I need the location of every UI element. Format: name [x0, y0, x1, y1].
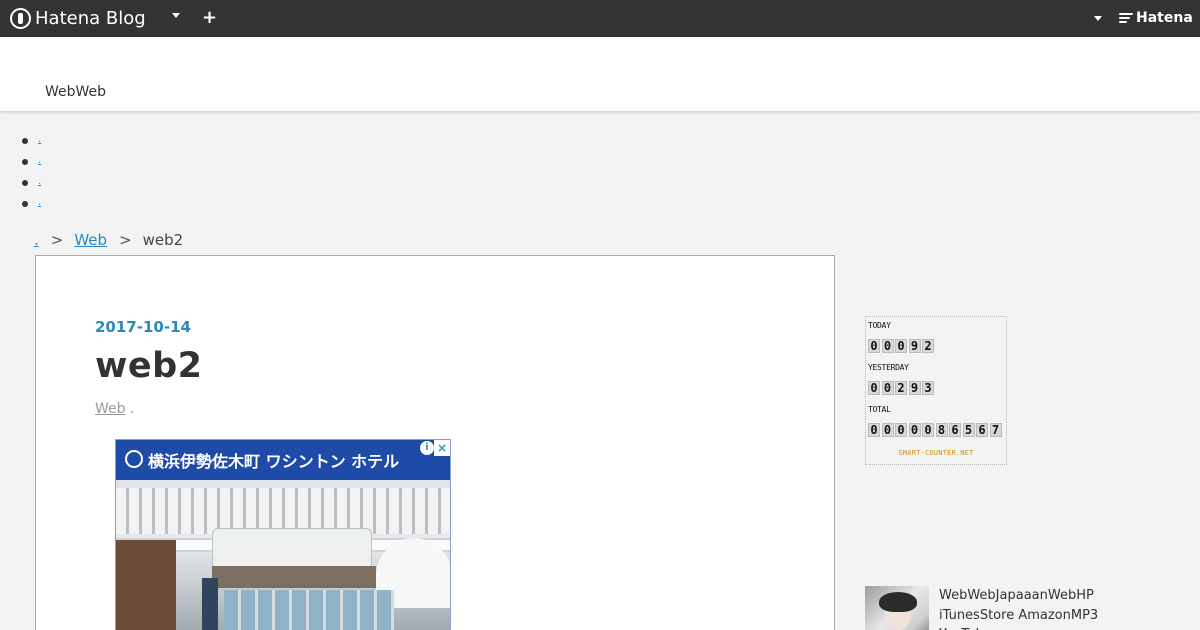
hatena-wing-icon [1119, 13, 1133, 23]
top-bar: Hatena Blog + Hatena [0, 0, 1200, 37]
close-icon[interactable]: × [434, 440, 450, 456]
counter-digit: 3 [922, 381, 934, 395]
counter-digit: 0 [881, 381, 894, 395]
ad-hotel-photo [116, 480, 450, 630]
post-categories: Web . [95, 401, 134, 417]
post-category-link[interactable]: Web [95, 401, 126, 417]
ad-headline: 横浜伊勢佐木町 ワシントン ホテル [148, 452, 400, 471]
hatena-blog-logo[interactable]: Hatena Blog [10, 7, 146, 29]
counter-digit: 0 [922, 423, 934, 437]
counter-digit: 7 [989, 423, 1002, 437]
bullet-icon [22, 200, 28, 207]
access-counter[interactable]: TODAY 0 0 0 9 2 YESTERDAY 0 0 2 9 3 TOTA… [865, 316, 1007, 465]
counter-digit: 0 [868, 423, 880, 437]
counter-digit: 5 [962, 423, 975, 437]
nav-link[interactable]: . [38, 176, 42, 189]
user-menu-chevron-down-icon[interactable] [1094, 16, 1102, 21]
counter-digit: 8 [935, 423, 948, 437]
list-item: . [22, 193, 42, 214]
global-nav-list: . . . . [22, 130, 42, 214]
counter-digit: 0 [868, 339, 880, 353]
counter-digit: 2 [895, 381, 907, 395]
counter-digit: 0 [895, 423, 907, 437]
counter-total-label: TOTAL [868, 405, 891, 414]
hatena-label: Hatena [1136, 10, 1193, 26]
list-item: . [22, 172, 42, 193]
counter-digit: 0 [868, 381, 880, 395]
list-item: . [22, 130, 42, 151]
hotel-emblem-icon [125, 450, 143, 468]
counter-digit: 6 [976, 423, 988, 437]
counter-digit: 0 [881, 339, 894, 353]
breadcrumb-separator: > [119, 231, 132, 249]
plus-icon[interactable]: + [202, 8, 217, 28]
counter-footer-link[interactable]: SMART-COUNTER.NET [866, 449, 1006, 457]
counter-total-digits: 0 0 0 0 0 8 6 5 6 7 [868, 423, 1003, 437]
counter-yesterday-digits: 0 0 2 9 3 [868, 381, 936, 395]
breadcrumb: . > Web > web2 [34, 231, 183, 249]
blog-header: WebWeb [0, 37, 1200, 111]
breadcrumb-category-link[interactable]: Web [74, 231, 107, 249]
breadcrumb-separator: > [50, 231, 64, 249]
sidebar-profile: WebWebJapaaanWebHP iTunesStore AmazonMP3… [865, 586, 1125, 630]
hatena-blog-logo-text: Hatena Blog [35, 7, 146, 29]
nav-link[interactable]: . [38, 197, 42, 210]
post-date[interactable]: 2017-10-14 [95, 318, 191, 336]
nav-link[interactable]: . [38, 134, 42, 147]
profile-description: WebWebJapaaanWebHP iTunesStore AmazonMP3… [939, 588, 1099, 630]
counter-digit: 0 [908, 423, 921, 437]
article-box: 2017-10-14 web2 Web . 横浜伊勢佐木町 ワシントン ホテル … [35, 255, 835, 630]
hatena-blog-logo-icon [10, 7, 31, 29]
breadcrumb-home-link[interactable]: . [34, 231, 39, 249]
counter-digit: 9 [908, 339, 921, 353]
avatar[interactable] [865, 586, 929, 630]
counter-digit: 9 [908, 381, 921, 395]
nav-link[interactable]: . [38, 155, 42, 168]
ad-banner[interactable]: 横浜伊勢佐木町 ワシントン ホテル i × [115, 439, 451, 630]
info-icon[interactable]: i [420, 441, 434, 455]
post-category-suffix: . [129, 401, 135, 417]
counter-digit: 2 [922, 339, 934, 353]
counter-today-label: TODAY [868, 321, 891, 330]
counter-digit: 0 [881, 423, 894, 437]
bullet-icon [22, 158, 28, 165]
post-title: web2 [95, 346, 203, 386]
blog-description: WebWeb [45, 84, 107, 100]
breadcrumb-current: web2 [142, 231, 184, 249]
counter-today-digits: 0 0 0 9 2 [868, 339, 936, 353]
counter-digit: 0 [895, 339, 907, 353]
list-item: . [22, 151, 42, 172]
bullet-icon [22, 179, 28, 186]
bullet-icon [22, 137, 28, 144]
ad-headline-bar: 横浜伊勢佐木町 ワシントン ホテル i × [116, 440, 450, 480]
hatena-link[interactable]: Hatena [1119, 10, 1193, 26]
chevron-down-icon[interactable] [172, 13, 180, 18]
counter-yesterday-label: YESTERDAY [868, 363, 909, 372]
counter-digit: 6 [949, 423, 961, 437]
